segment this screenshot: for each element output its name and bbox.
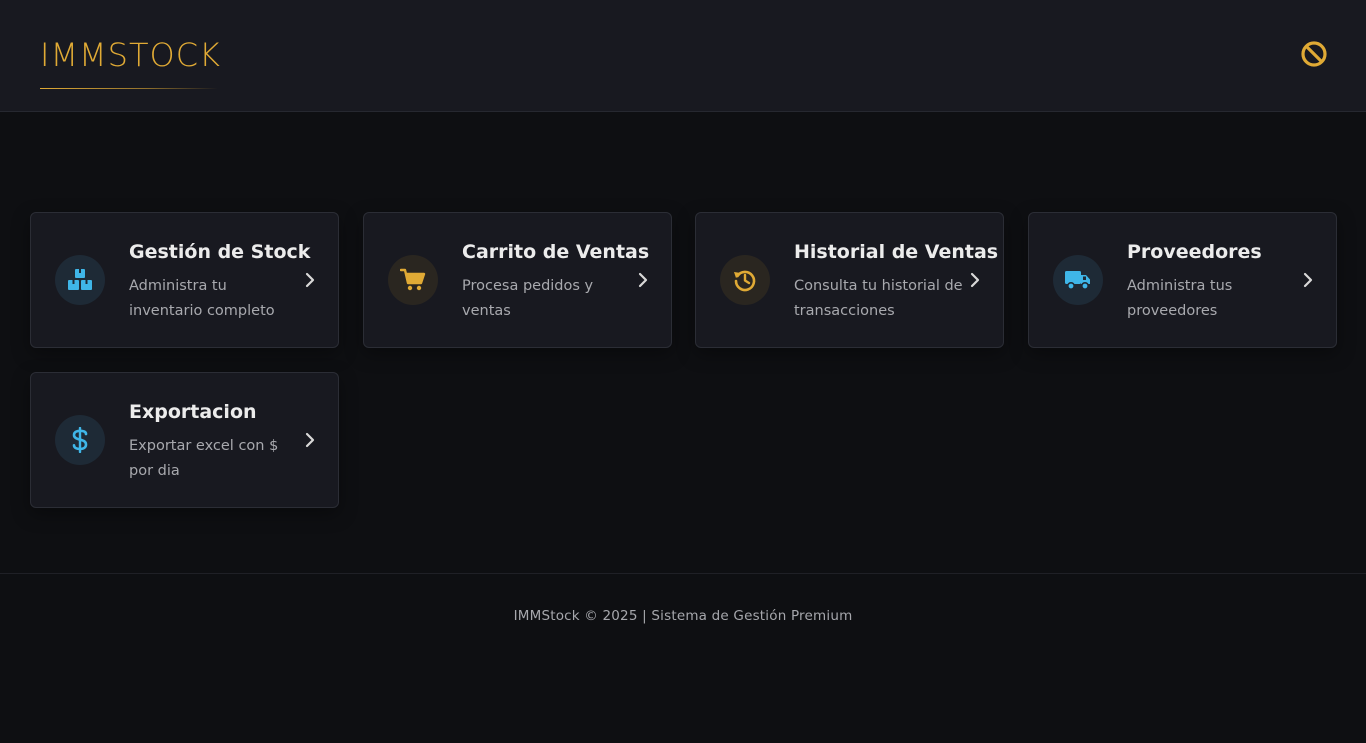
- card-icon-wrap: [1053, 255, 1103, 305]
- ban-button[interactable]: [1298, 38, 1330, 70]
- chevron-right-icon: [305, 272, 315, 288]
- card-gestion-stock[interactable]: Gestión de Stock Administra tu inventari…: [30, 212, 339, 348]
- footer-text: IMMStock © 2025 | Sistema de Gestión Pre…: [513, 608, 853, 624]
- truck-icon: [1065, 271, 1090, 291]
- chevron-right-icon: [638, 272, 648, 288]
- card-proveedores[interactable]: Proveedores Administra tus proveedores: [1028, 212, 1337, 348]
- card-title: Historial de Ventas: [794, 241, 999, 263]
- card-icon-wrap: [720, 255, 770, 305]
- app-footer: IMMStock © 2025 | Sistema de Gestión Pre…: [0, 573, 1366, 743]
- card-description: Procesa pedidos y ventas: [462, 278, 594, 319]
- card-title: Carrito de Ventas: [462, 241, 650, 263]
- brand-underline: [40, 88, 218, 89]
- ban-icon: [1301, 41, 1327, 67]
- cart-icon: [400, 268, 426, 291]
- boxes-icon: [68, 269, 92, 290]
- chevron-right-icon: [1303, 272, 1313, 288]
- history-icon: [734, 270, 756, 292]
- card-exportacion[interactable]: Exportacion Exportar excel con $ por dia: [30, 372, 339, 508]
- card-icon-wrap: [388, 255, 438, 305]
- card-description: Administra tus proveedores: [1127, 278, 1233, 319]
- card-title: Gestión de Stock: [129, 241, 311, 263]
- card-description: Consulta tu historial de transacciones: [794, 278, 963, 319]
- card-title: Proveedores: [1127, 241, 1262, 263]
- card-description: Exportar excel con $ por dia: [129, 438, 279, 479]
- card-title: Exportacion: [129, 401, 257, 423]
- dollar-icon: [72, 427, 88, 453]
- card-carrito-ventas[interactable]: Carrito de Ventas Procesa pedidos y vent…: [363, 212, 672, 348]
- card-historial-ventas[interactable]: Historial de Ventas Consulta tu historia…: [695, 212, 1004, 348]
- brand-title: IMMSTOCK: [40, 36, 222, 74]
- app-header: IMMSTOCK: [0, 0, 1366, 112]
- chevron-right-icon: [305, 432, 315, 448]
- card-icon-wrap: [55, 255, 105, 305]
- chevron-right-icon: [970, 272, 980, 288]
- card-icon-wrap: [55, 415, 105, 465]
- card-description: Administra tu inventario completo: [129, 278, 275, 319]
